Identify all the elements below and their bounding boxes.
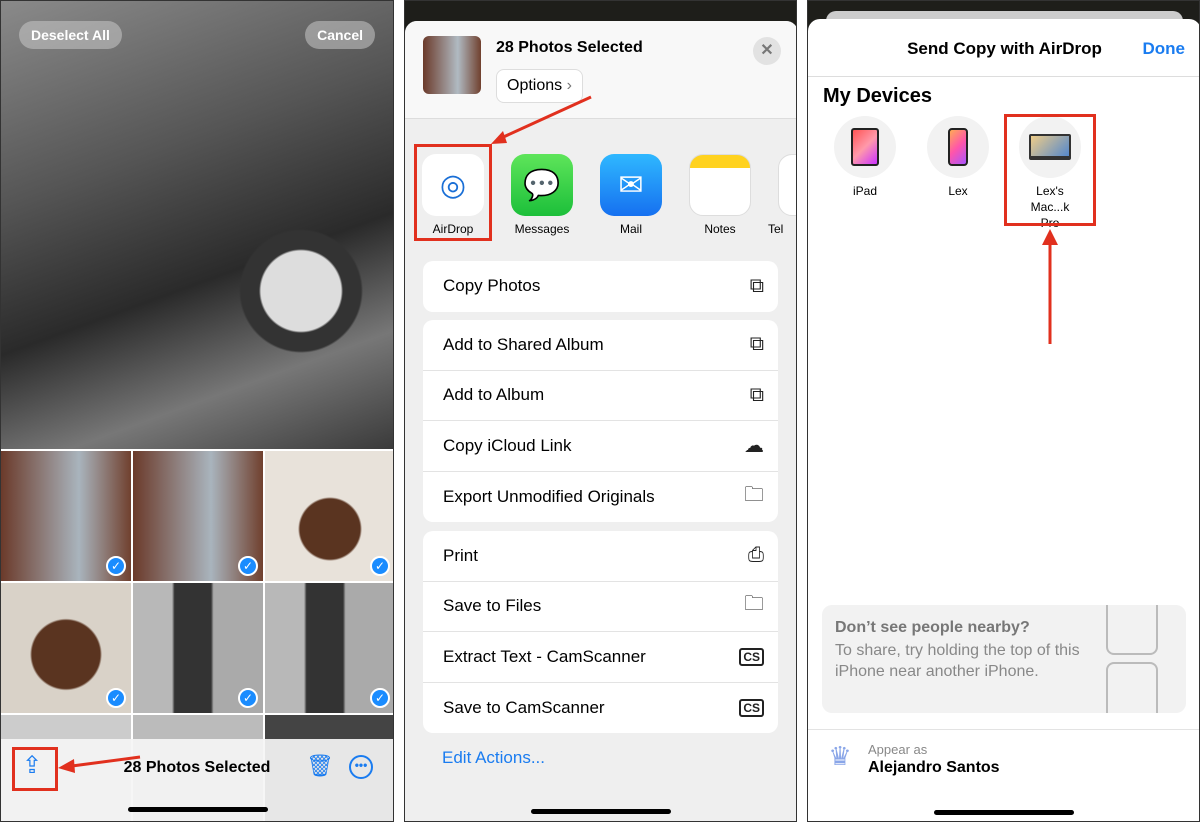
edit-actions-link[interactable]: Edit Actions...	[442, 748, 545, 768]
folder-icon: 🗀	[744, 593, 764, 616]
hint-card: Don’t see people nearby? To share, try h…	[822, 605, 1186, 713]
home-indicator	[934, 810, 1074, 815]
action-group: Print ⎙ Save to Files 🗀 Extract Text - Cam…	[423, 531, 778, 733]
action-label: Save to CamScanner	[443, 697, 605, 717]
action-extract-text[interactable]: Extract Text - CamScanner CS	[423, 632, 778, 683]
appear-as-label: Appear as	[868, 742, 928, 757]
phone-illustration-icon	[1106, 605, 1158, 655]
action-save-to-files[interactable]: Save to Files 🗀	[423, 582, 778, 632]
phone-illustration-icon	[1106, 662, 1158, 713]
camscanner-text-icon: CS	[739, 647, 764, 666]
copy-icon: ⧉	[749, 274, 764, 297]
action-group: Add to Shared Album ⧉ Add to Album ⧉ Copy …	[423, 320, 778, 522]
action-label: Copy Photos	[443, 276, 541, 296]
action-label: Copy iCloud Link	[443, 435, 572, 455]
action-label: Save to Files	[443, 596, 542, 616]
link-cloud-icon: ☁	[744, 435, 764, 458]
printer-icon: ⎙	[748, 544, 764, 567]
pointer-arrow	[58, 755, 141, 773]
shared-album-icon: ⧉	[749, 333, 764, 356]
action-add-album[interactable]: Add to Album ⧉	[423, 371, 778, 421]
camscanner-icon: CS	[739, 698, 764, 717]
hint-title: Don’t see people nearby?	[835, 619, 1030, 636]
action-save-camscanner[interactable]: Save to CamScanner CS	[423, 683, 778, 734]
action-copy-photos[interactable]: Copy Photos ⧉	[423, 261, 778, 312]
add-album-icon: ⧉	[749, 383, 764, 406]
action-add-shared-album[interactable]: Add to Shared Album ⧉	[423, 320, 778, 371]
action-label: Extract Text - CamScanner	[443, 646, 646, 666]
hint-body: To share, try holding the top of this iP…	[835, 642, 1080, 680]
action-copy-icloud-link[interactable]: Copy iCloud Link ☁	[423, 421, 778, 472]
action-group: Copy Photos ⧉	[423, 261, 778, 312]
share-sheet-panel: 28 Photos Selected Options › ✕ ◎ AirDrop …	[404, 0, 797, 822]
profile-icon: ♛	[828, 741, 852, 771]
action-label: Print	[443, 545, 478, 565]
action-print[interactable]: Print ⎙	[423, 531, 778, 582]
airdrop-panel: Send Copy with AirDrop Done My Devices i…	[807, 0, 1200, 822]
action-label: Export Unmodified Originals	[443, 486, 655, 506]
action-label: Add to Shared Album	[443, 334, 604, 354]
action-label: Add to Album	[443, 385, 545, 405]
home-indicator	[531, 809, 671, 814]
appear-as-name[interactable]: Alejandro Santos	[868, 759, 1000, 777]
action-export-originals[interactable]: Export Unmodified Originals 🗀	[423, 472, 778, 523]
folder-icon: 🗀	[744, 483, 764, 506]
